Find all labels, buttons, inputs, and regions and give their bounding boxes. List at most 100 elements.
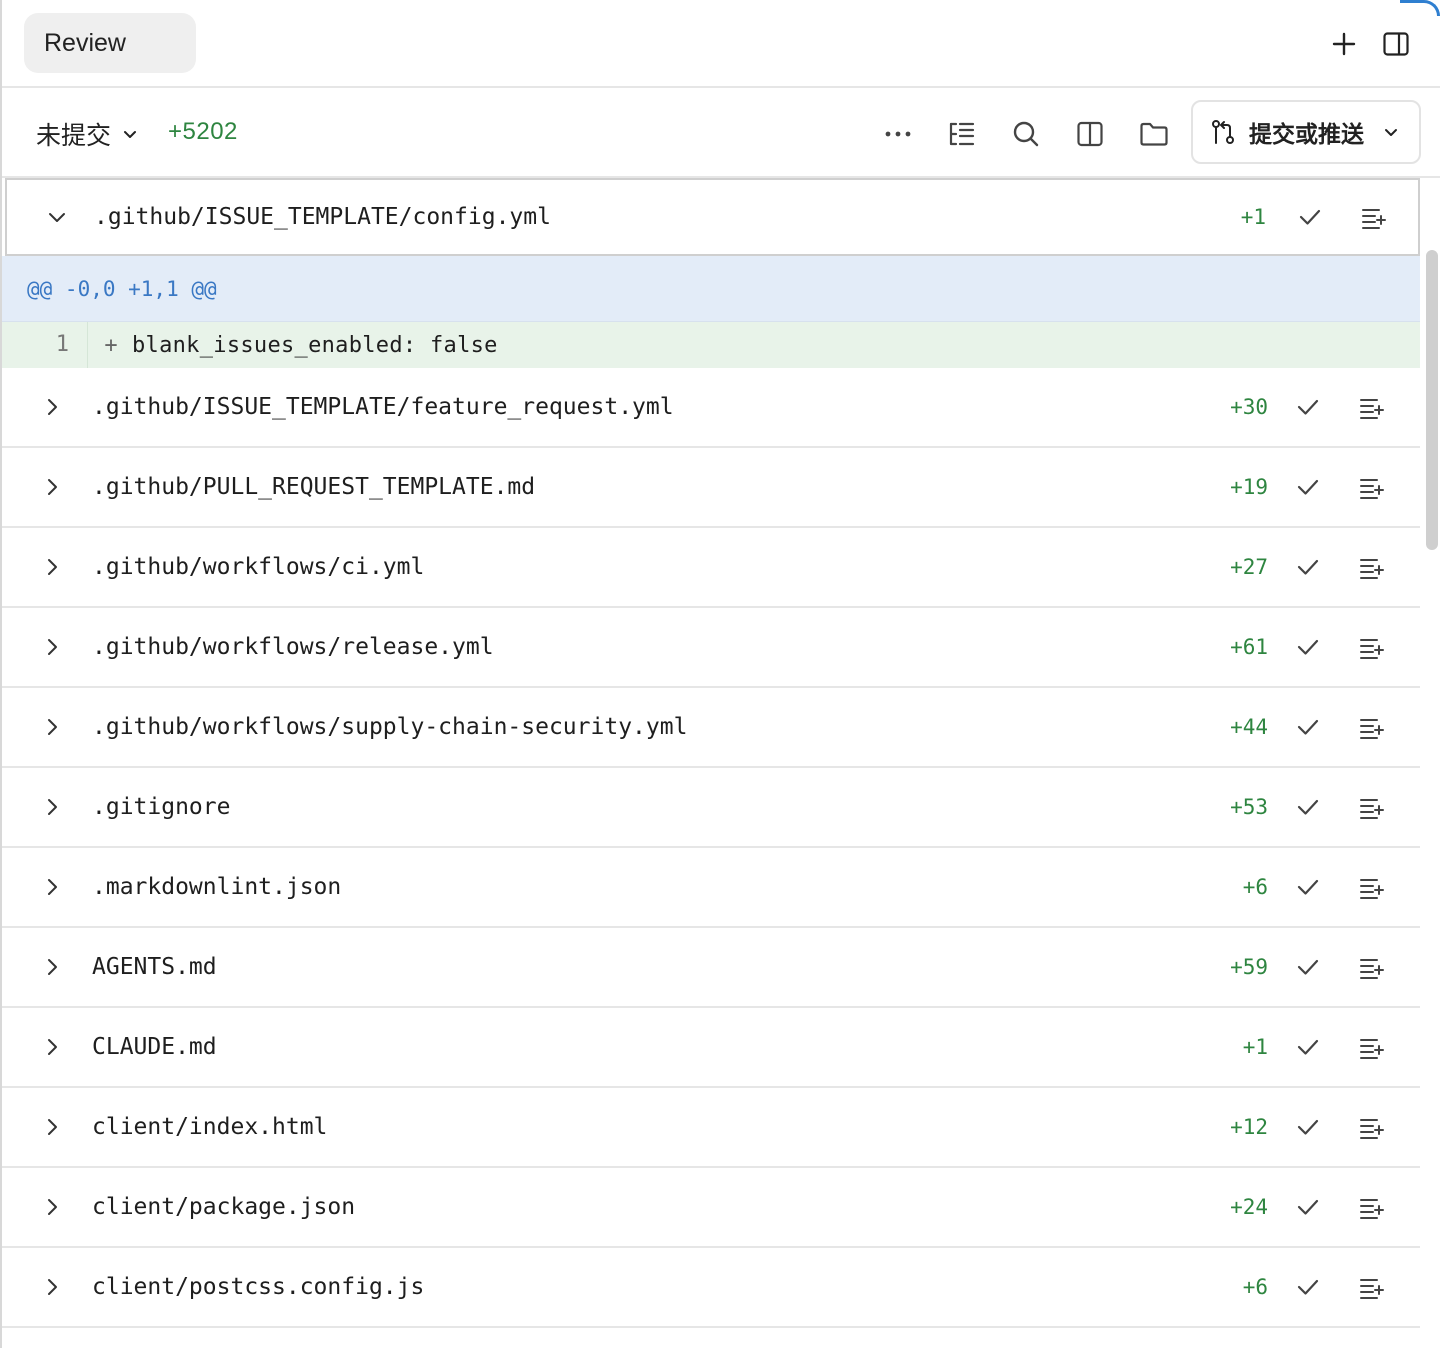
- file-path: .github/workflows/supply-chain-security.…: [92, 714, 688, 740]
- file-added-count: +1: [1240, 205, 1266, 229]
- changes-scope-label: 未提交: [36, 122, 112, 150]
- file-row[interactable]: .markdownlint.json +6: [2, 848, 1420, 928]
- diff-sign: +: [104, 332, 118, 358]
- file-path: CLAUDE.md: [92, 1034, 217, 1060]
- add-comment-icon[interactable]: [1358, 393, 1386, 421]
- chevron-right-icon[interactable]: [38, 713, 66, 741]
- checkmark-icon[interactable]: [1294, 633, 1322, 661]
- file-path: .github/ISSUE_TEMPLATE/feature_request.y…: [92, 394, 674, 420]
- file-row[interactable]: .github/ISSUE_TEMPLATE/feature_request.y…: [2, 368, 1420, 448]
- file-row[interactable]: .gitignore +53: [2, 768, 1420, 848]
- add-comment-icon[interactable]: [1358, 713, 1386, 741]
- checkmark-icon[interactable]: [1294, 473, 1322, 501]
- file-path: .github/workflows/release.yml: [92, 634, 494, 660]
- chevron-right-icon[interactable]: [38, 633, 66, 661]
- file-path: .github/ISSUE_TEMPLATE/config.yml: [94, 204, 551, 230]
- file-row[interactable]: client/index.html +12: [2, 1088, 1420, 1168]
- changed-files-list: .github/ISSUE_TEMPLATE/config.yml +1 @@ …: [2, 178, 1420, 1328]
- add-comment-icon[interactable]: [1358, 473, 1386, 501]
- file-added-count: +61: [1230, 635, 1268, 659]
- review-panel: Review 未提交 +5202 提交或推送 .github/ISSUE_TEM…: [0, 0, 1440, 1348]
- file-row-expanded[interactable]: .github/ISSUE_TEMPLATE/config.yml +1: [5, 178, 1420, 256]
- file-path: .github/PULL_REQUEST_TEMPLATE.md: [92, 474, 536, 500]
- file-path: AGENTS.md: [92, 954, 217, 980]
- diff-added-line: 1 + blank_issues_enabled: false: [2, 322, 1420, 368]
- file-path: .github/workflows/ci.yml: [92, 554, 425, 580]
- add-comment-icon[interactable]: [1358, 1193, 1386, 1221]
- checkmark-icon[interactable]: [1294, 793, 1322, 821]
- file-path: client/package.json: [92, 1194, 356, 1220]
- file-added-count: +6: [1242, 1275, 1268, 1299]
- ellipsis-icon[interactable]: [878, 114, 918, 154]
- file-row[interactable]: .github/workflows/release.yml +61: [2, 608, 1420, 688]
- checkmark-icon[interactable]: [1296, 203, 1324, 231]
- file-added-count: +27: [1230, 555, 1268, 579]
- file-path: .gitignore: [92, 794, 231, 820]
- add-comment-icon[interactable]: [1358, 873, 1386, 901]
- chevron-right-icon[interactable]: [38, 553, 66, 581]
- chevron-right-icon[interactable]: [38, 793, 66, 821]
- diff-code: blank_issues_enabled: false: [132, 332, 498, 358]
- add-comment-icon[interactable]: [1358, 1113, 1386, 1141]
- commit-or-push-label: 提交或推送: [1249, 121, 1364, 147]
- hunk-header: @@ -0,0 +1,1 @@: [2, 256, 1420, 322]
- file-added-count: +53: [1230, 795, 1268, 819]
- file-row[interactable]: CLAUDE.md +1: [2, 1008, 1420, 1088]
- chevron-right-icon[interactable]: [38, 1193, 66, 1221]
- chevron-right-icon[interactable]: [38, 873, 66, 901]
- checkmark-icon[interactable]: [1294, 553, 1322, 581]
- file-added-count: +19: [1230, 475, 1268, 499]
- added-lines-total: +5202: [168, 118, 238, 145]
- checkmark-icon[interactable]: [1294, 1273, 1322, 1301]
- tree-list-icon[interactable]: [942, 114, 982, 154]
- checkmark-icon[interactable]: [1294, 1113, 1322, 1141]
- scrollbar-thumb[interactable]: [1426, 250, 1438, 550]
- file-path: client/postcss.config.js: [92, 1274, 425, 1300]
- search-icon[interactable]: [1006, 114, 1046, 154]
- file-added-count: +59: [1230, 955, 1268, 979]
- folder-icon[interactable]: [1134, 114, 1174, 154]
- file-row[interactable]: client/package.json +24: [2, 1168, 1420, 1248]
- chevron-right-icon[interactable]: [38, 1113, 66, 1141]
- add-comment-icon[interactable]: [1358, 1273, 1386, 1301]
- file-row[interactable]: client/postcss.config.js +6: [2, 1248, 1420, 1328]
- tab-review[interactable]: Review: [24, 13, 196, 73]
- add-comment-icon[interactable]: [1358, 953, 1386, 981]
- file-path: client/index.html: [92, 1114, 328, 1140]
- add-comment-icon[interactable]: [1358, 1033, 1386, 1061]
- changes-scope-dropdown[interactable]: 未提交: [36, 116, 139, 152]
- split-view-icon[interactable]: [1070, 114, 1110, 154]
- add-comment-icon[interactable]: [1358, 793, 1386, 821]
- chevron-right-icon[interactable]: [38, 953, 66, 981]
- file-added-count: +6: [1242, 875, 1268, 899]
- chevron-right-icon[interactable]: [38, 393, 66, 421]
- commit-or-push-button[interactable]: 提交或推送: [1191, 100, 1421, 164]
- sidebar-toggle-icon[interactable]: [1378, 26, 1414, 62]
- tab-bar: Review: [2, 0, 1440, 88]
- checkmark-icon[interactable]: [1294, 953, 1322, 981]
- chevron-down-icon[interactable]: [43, 203, 71, 231]
- file-row[interactable]: .github/workflows/ci.yml +27: [2, 528, 1420, 608]
- chevron-right-icon[interactable]: [38, 473, 66, 501]
- add-comment-icon[interactable]: [1358, 633, 1386, 661]
- file-row[interactable]: .github/PULL_REQUEST_TEMPLATE.md +19: [2, 448, 1420, 528]
- plus-icon[interactable]: [1326, 26, 1362, 62]
- file-row[interactable]: .github/workflows/supply-chain-security.…: [2, 688, 1420, 768]
- add-comment-icon[interactable]: [1358, 553, 1386, 581]
- checkmark-icon[interactable]: [1294, 713, 1322, 741]
- chevron-right-icon[interactable]: [38, 1033, 66, 1061]
- git-compare-icon: [1209, 118, 1237, 146]
- chevron-right-icon[interactable]: [38, 1273, 66, 1301]
- checkmark-icon[interactable]: [1294, 873, 1322, 901]
- file-added-count: +24: [1230, 1195, 1268, 1219]
- diff-toolbar: 未提交 +5202 提交或推送: [2, 88, 1440, 178]
- file-added-count: +44: [1230, 715, 1268, 739]
- add-comment-icon[interactable]: [1360, 203, 1388, 231]
- checkmark-icon[interactable]: [1294, 393, 1322, 421]
- file-added-count: +30: [1230, 395, 1268, 419]
- file-added-count: +12: [1230, 1115, 1268, 1139]
- chevron-down-icon: [121, 125, 139, 143]
- file-row[interactable]: AGENTS.md +59: [2, 928, 1420, 1008]
- checkmark-icon[interactable]: [1294, 1033, 1322, 1061]
- checkmark-icon[interactable]: [1294, 1193, 1322, 1221]
